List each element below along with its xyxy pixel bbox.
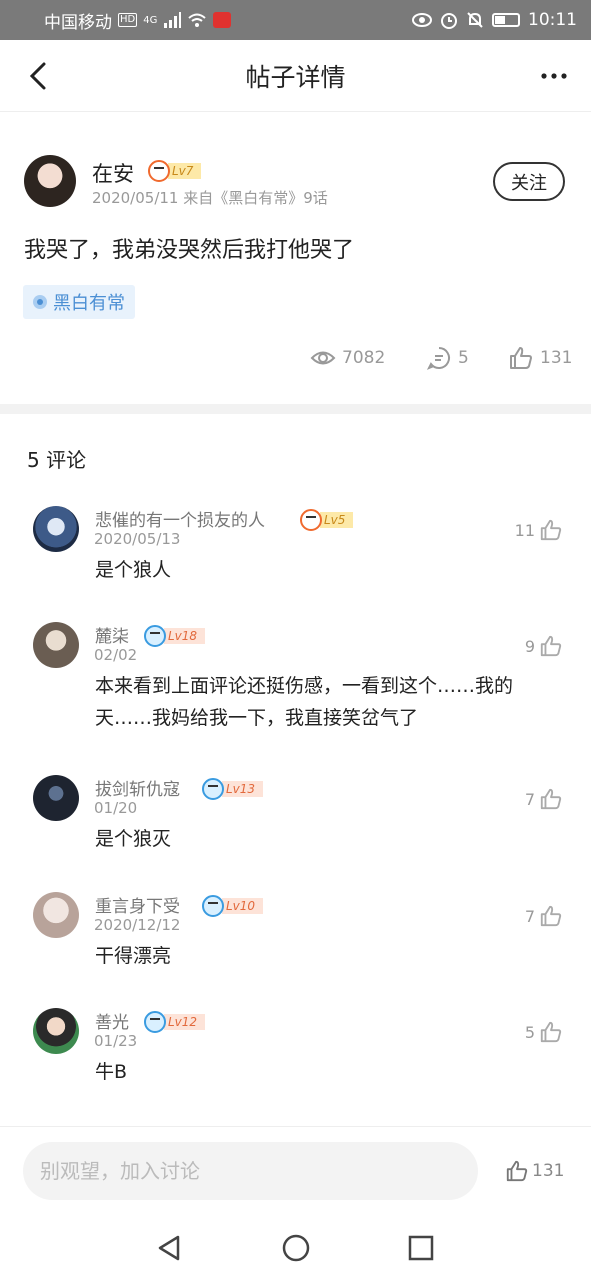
battery-icon: [492, 13, 520, 27]
comment-text: 本来看到上面评论还挺伤感，一看到这个……我的天……我妈给我一下，我直接笑岔气了: [95, 675, 514, 729]
comment-like-button[interactable]: 7: [525, 904, 563, 928]
commenter-name[interactable]: 麓柒: [95, 622, 129, 647]
commenter-avatar[interactable]: [33, 892, 79, 938]
comment-like-count: 7: [524, 789, 535, 809]
reply-input[interactable]: [23, 1142, 478, 1200]
comment-like-button[interactable]: 11: [515, 518, 563, 542]
comment-text: 牛B: [95, 1061, 128, 1083]
topic-label: 黑白有常: [53, 293, 125, 314]
views-count: 7082: [342, 348, 386, 368]
level-face-icon: [202, 895, 224, 917]
author-level-badge: Lv7: [148, 160, 202, 182]
level-face-icon: [144, 625, 166, 647]
post-like-button[interactable]: 131: [505, 1159, 564, 1183]
comments-count-stat: 5: [458, 348, 469, 368]
topic-tag[interactable]: 黑白有常: [23, 285, 135, 319]
post-card: 在安 Lv7 2020/05/11 来自《黑白有常》9话 关注 我哭了，我弟没哭…: [0, 112, 591, 404]
commenter-level-text: Lv12: [164, 1014, 206, 1030]
network-label: 4G: [143, 14, 158, 26]
comment-like-button[interactable]: 9: [525, 634, 563, 658]
author-avatar[interactable]: [24, 155, 76, 207]
hd-badge: HD: [118, 13, 138, 27]
wifi-icon: [188, 13, 207, 27]
comment-like-count: 7: [524, 906, 535, 926]
comment-like-count: 11: [514, 520, 535, 540]
comments-stat[interactable]: 5: [426, 345, 469, 371]
post-content: 我哭了，我弟没哭然后我打他哭了: [24, 238, 355, 263]
app-notification-icon: [213, 12, 232, 28]
reply-bar: 131: [0, 1126, 591, 1216]
back-arrow-icon[interactable]: [22, 58, 58, 94]
thumbs-up-icon: [506, 1160, 528, 1182]
commenter-avatar[interactable]: [33, 775, 79, 821]
comment-date: 01/20: [94, 799, 138, 817]
post-like-count: 131: [532, 1161, 565, 1181]
commenter-avatar[interactable]: [33, 1008, 79, 1054]
commenter-level-badge: Lv5: [300, 509, 354, 531]
section-divider: [0, 404, 591, 414]
commenter-level-badge: Lv13: [202, 778, 264, 800]
author-level-text: Lv7: [168, 163, 202, 179]
level-face-icon: [202, 778, 224, 800]
more-options-icon[interactable]: [539, 66, 569, 86]
alarm-icon: [441, 13, 457, 29]
thumbs-up-icon: [540, 519, 562, 541]
topic-icon: [33, 295, 47, 309]
commenter-level-text: Lv13: [222, 781, 264, 797]
nav-recents-icon[interactable]: [405, 1232, 437, 1264]
thumbs-up-icon: [540, 1021, 562, 1043]
commenter-level-badge: Lv10: [202, 895, 264, 917]
thumbs-up-icon: [540, 788, 562, 810]
comment-date: 2020/05/13: [94, 530, 181, 548]
thumbs-up-icon: [540, 635, 562, 657]
eye-icon: [412, 13, 432, 27]
commenter-level-text: Lv18: [164, 628, 206, 644]
nav-back-icon[interactable]: [154, 1232, 186, 1264]
thumbs-up-icon: [540, 905, 562, 927]
post-meta: 2020/05/11 来自《黑白有常》9话: [92, 189, 328, 207]
commenter-name[interactable]: 拔剑斩仇寇: [95, 775, 180, 800]
system-nav-bar: [0, 1216, 591, 1280]
comment-date: 2020/12/12: [94, 916, 181, 934]
header: 帖子详情: [0, 40, 591, 112]
comment-like-count: 9: [524, 636, 535, 656]
commenter-level-badge: Lv18: [144, 625, 206, 647]
comment-text: 是个狼人: [95, 559, 172, 581]
likes-stat[interactable]: 131: [508, 345, 572, 371]
views-stat: 7082: [310, 345, 385, 371]
commenter-name[interactable]: 悲催的有一个损友的人: [95, 506, 265, 531]
signal-icon: [164, 12, 182, 28]
commenter-avatar[interactable]: [33, 622, 79, 668]
comment-like-button[interactable]: 7: [525, 787, 563, 811]
page-title: 帖子详情: [245, 62, 346, 92]
level-face-icon: [300, 509, 322, 531]
likes-count-stat: 131: [540, 348, 573, 368]
commenter-name[interactable]: 善光: [95, 1008, 129, 1033]
commenter-level-text: Lv5: [320, 512, 354, 528]
eye-icon: [310, 351, 336, 365]
level-face-icon: [144, 1011, 166, 1033]
carrier-label: 中国移动: [44, 12, 112, 33]
comment-icon: [426, 347, 450, 370]
comment-text: 干得漂亮: [95, 945, 172, 967]
comment-text: 是个狼灭: [95, 828, 172, 850]
comment-date: 01/23: [94, 1032, 138, 1050]
thumbs-up-icon: [510, 347, 532, 369]
comment-like-button[interactable]: 5: [525, 1020, 563, 1044]
comments-header: 5 评论: [27, 448, 87, 472]
commenter-level-text: Lv10: [222, 898, 264, 914]
mute-bell-icon: [467, 12, 483, 28]
nav-home-icon[interactable]: [280, 1232, 312, 1264]
commenter-level-badge: Lv12: [144, 1011, 206, 1033]
author-name[interactable]: 在安: [92, 158, 134, 188]
clock-time: 10:11: [528, 10, 577, 30]
commenter-name[interactable]: 重言身下受: [95, 892, 180, 917]
commenter-avatar[interactable]: [33, 506, 79, 552]
comment-like-count: 5: [524, 1022, 535, 1042]
follow-button[interactable]: 关注: [493, 162, 565, 201]
comment-date: 02/02: [94, 646, 138, 664]
status-bar: 中国移动 HD 4G 10:11: [0, 0, 591, 40]
level-face-icon: [148, 160, 170, 182]
